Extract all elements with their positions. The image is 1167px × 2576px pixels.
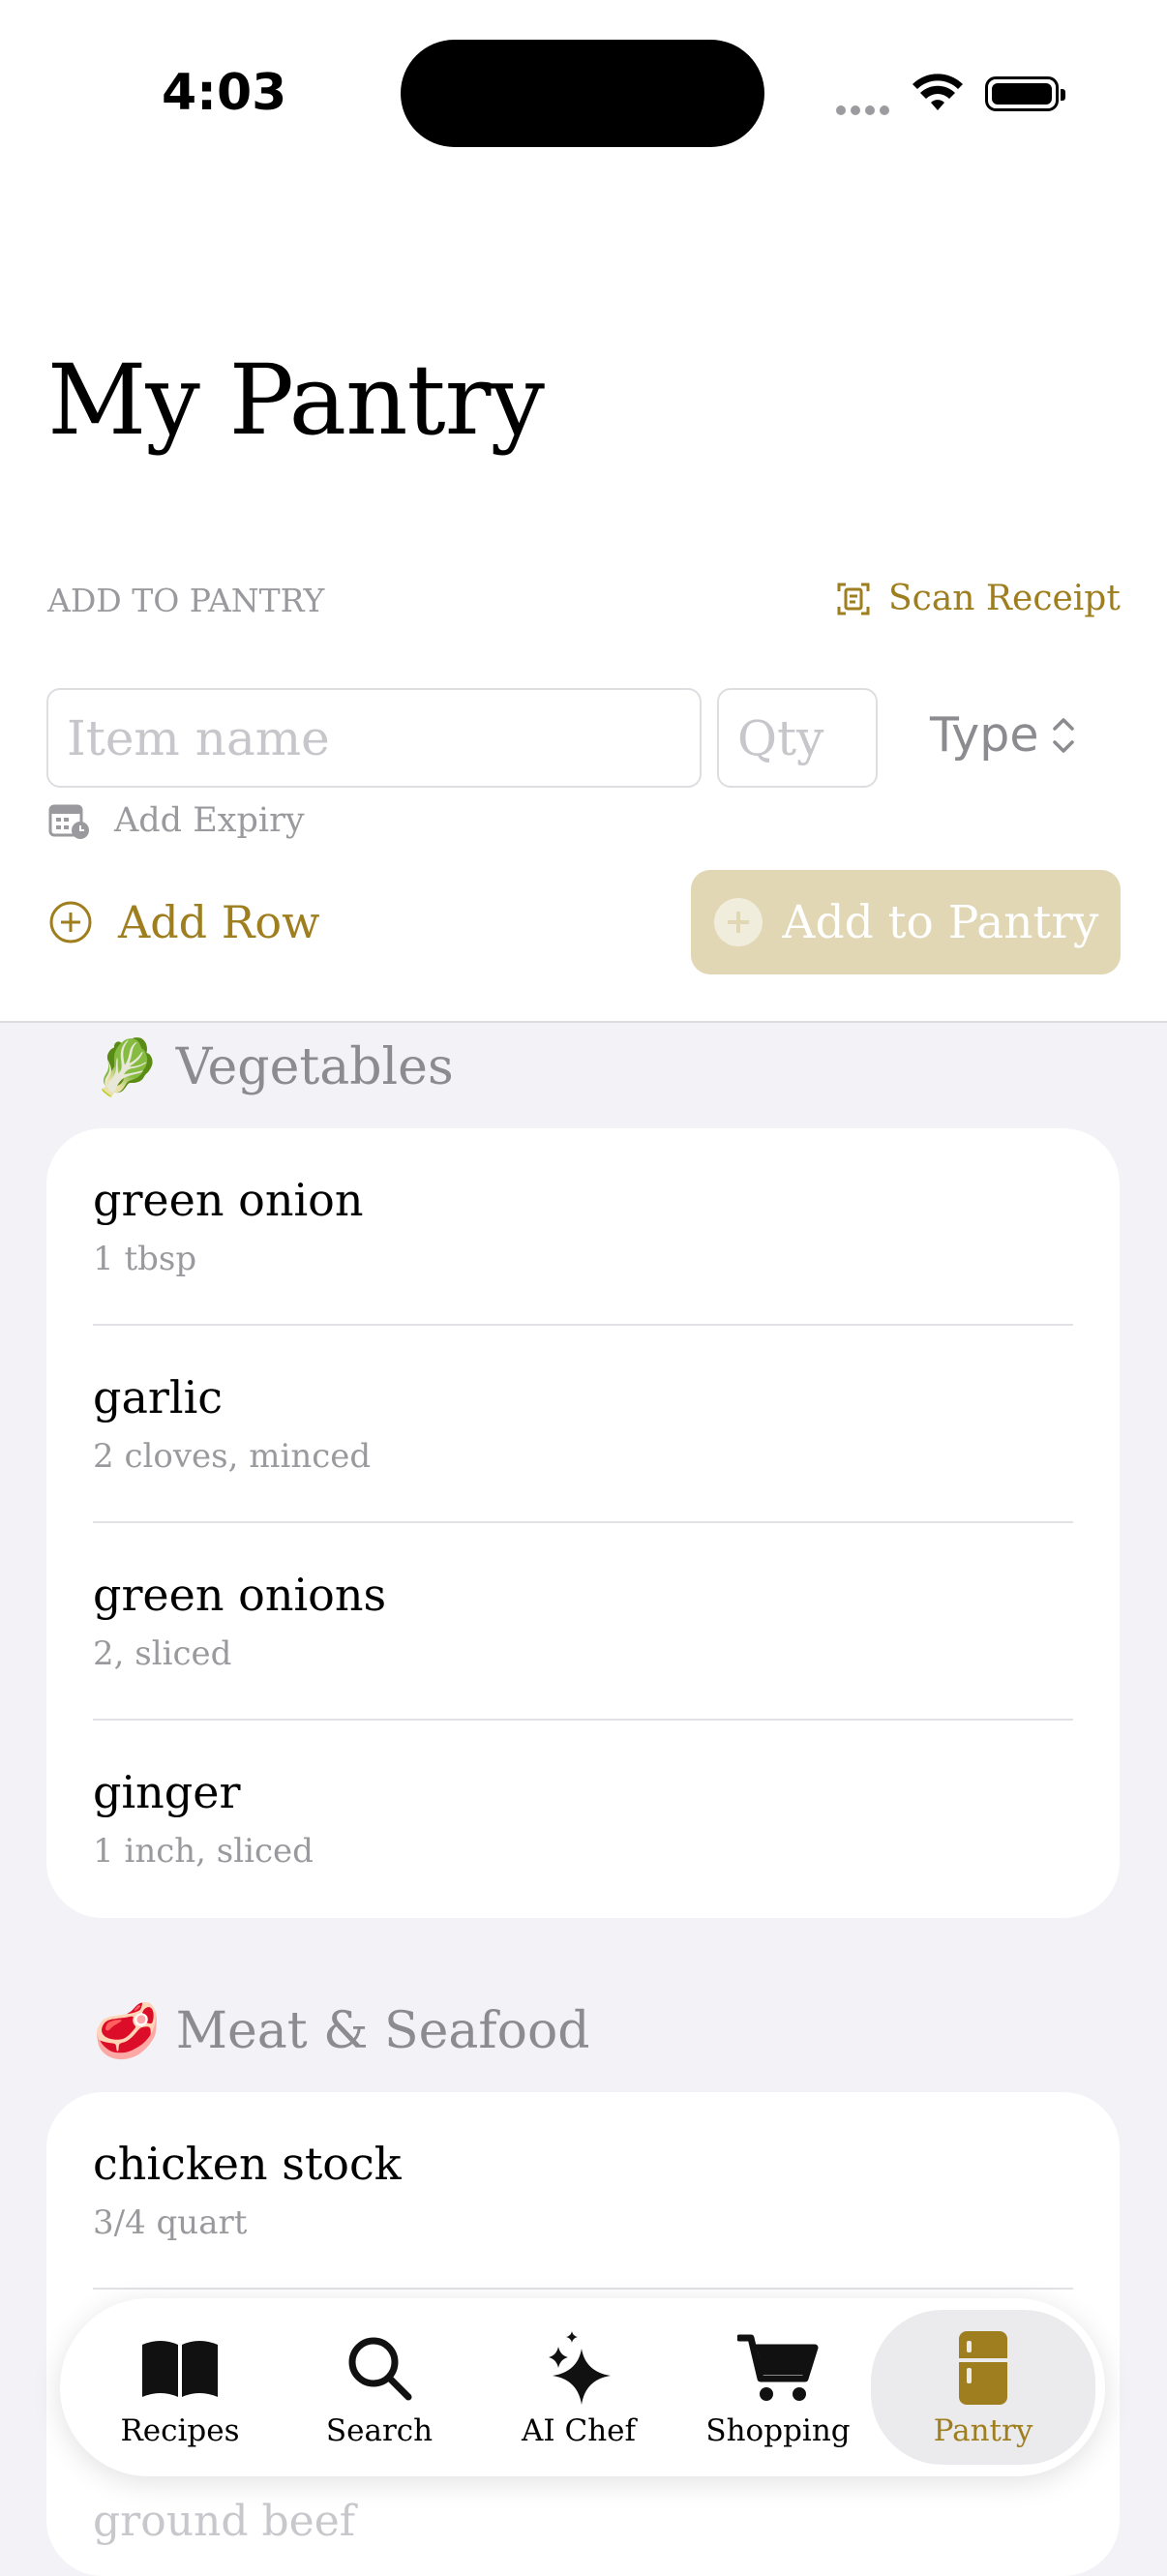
item-qty: 2 cloves, minced xyxy=(93,1437,372,1476)
tab-label: Recipes xyxy=(120,2413,240,2448)
category-header-vegetables: 🥬 Vegetables xyxy=(93,1035,454,1099)
add-to-pantry-label: Add to Pantry xyxy=(782,895,1099,949)
item-qty: 1 tbsp xyxy=(93,1240,197,1278)
tab-label: Shopping xyxy=(705,2413,851,2448)
tab-label: Search xyxy=(325,2413,434,2448)
item-name: green onions xyxy=(93,1569,387,1621)
list-item[interactable]: garlic 2 cloves, minced xyxy=(46,1326,1120,1523)
status-time: 4:03 xyxy=(162,64,287,122)
list-item[interactable]: green onions 2, sliced xyxy=(46,1523,1120,1721)
dynamic-island xyxy=(401,40,764,147)
cart-icon xyxy=(737,2334,819,2401)
tab-pantry[interactable]: Pantry xyxy=(871,2310,1095,2465)
cellular-signal-icon xyxy=(836,101,894,119)
add-expiry-label: Add Expiry xyxy=(114,801,305,840)
item-name: chicken stock xyxy=(93,2138,402,2190)
item-name: green onion xyxy=(93,1174,364,1226)
plus-circle-icon xyxy=(49,901,92,944)
tab-search[interactable]: Search xyxy=(280,2298,479,2476)
item-name-input[interactable]: Item name xyxy=(46,688,702,788)
category-card-vegetables: green onion 1 tbsp garlic 2 cloves, minc… xyxy=(46,1128,1120,1918)
category-header-meat-seafood: 🥩 Meat & Seafood xyxy=(93,1999,590,2063)
item-qty: 3/4 quart xyxy=(93,2203,248,2242)
wifi-icon xyxy=(912,74,964,116)
leafy-green-icon: 🥬 xyxy=(93,1036,161,1099)
list-item[interactable]: chicken stock 3/4 quart xyxy=(46,2092,1120,2290)
add-section-label: ADD TO PANTRY xyxy=(47,582,325,619)
book-icon xyxy=(142,2341,218,2397)
header-area: 4:03 My Pantry ADD TO PANTRY Scan Receip… xyxy=(0,0,1167,1023)
calendar-clock-icon xyxy=(48,804,89,839)
type-select[interactable]: Type xyxy=(930,707,1076,763)
scan-receipt-button[interactable]: Scan Receipt xyxy=(836,579,1121,618)
list-item[interactable]: green onion 1 tbsp xyxy=(46,1128,1120,1326)
page-title: My Pantry xyxy=(47,344,545,457)
add-row-button[interactable]: Add Row xyxy=(48,896,319,948)
meat-icon: 🥩 xyxy=(93,2000,161,2063)
chevron-up-down-icon xyxy=(1052,717,1074,753)
item-qty: 2, sliced xyxy=(93,1634,232,1673)
refrigerator-icon xyxy=(959,2331,1007,2405)
sparkles-icon xyxy=(549,2331,611,2405)
category-title: Vegetables xyxy=(175,1038,454,1096)
item-name: garlic xyxy=(93,1371,224,1423)
tab-label: Pantry xyxy=(933,2413,1033,2448)
qty-input[interactable]: Qty xyxy=(717,688,878,788)
scan-receipt-icon xyxy=(837,583,870,614)
battery-icon xyxy=(985,76,1065,111)
search-icon xyxy=(348,2337,412,2401)
list-item[interactable]: ginger 1 inch, sliced xyxy=(46,1721,1120,1918)
add-row-label: Add Row xyxy=(118,896,320,948)
list-item-name-faded: ground beef xyxy=(93,2497,356,2546)
tab-label: AI Chef xyxy=(522,2413,636,2448)
type-select-label: Type xyxy=(930,707,1039,763)
scan-receipt-label: Scan Receipt xyxy=(888,579,1121,618)
tab-recipes[interactable]: Recipes xyxy=(80,2298,280,2476)
tab-ai-chef[interactable]: AI Chef xyxy=(479,2298,678,2476)
plus-circle-fill-icon xyxy=(713,898,763,946)
tab-bar: Recipes Search AI Chef Shopping Pantry xyxy=(60,2298,1105,2476)
item-qty: 1 inch, sliced xyxy=(93,1832,314,1871)
category-title: Meat & Seafood xyxy=(175,2002,590,2060)
add-expiry-button[interactable]: Add Expiry xyxy=(48,801,305,840)
add-to-pantry-button[interactable]: Add to Pantry xyxy=(691,870,1121,974)
tab-shopping[interactable]: Shopping xyxy=(678,2298,878,2476)
item-name: ginger xyxy=(93,1766,241,1818)
